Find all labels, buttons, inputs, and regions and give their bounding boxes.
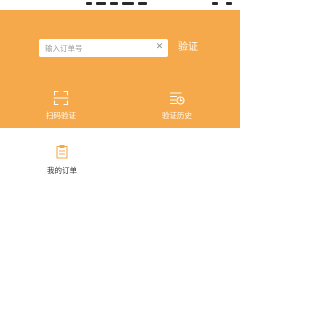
order-number-input[interactable] [45,40,149,56]
history-icon [169,92,185,105]
clear-icon[interactable]: ✕ [154,42,165,53]
scan-verify-button[interactable]: 扫码验证 [31,90,91,126]
my-orders-label: 我的订单 [47,166,77,175]
scan-icon [53,90,69,106]
my-orders-button[interactable]: 我的订单 [38,144,86,178]
verify-button[interactable]: 验证 [178,40,204,56]
verify-history-button[interactable]: 验证历史 [147,90,207,126]
search-box: ✕ [39,39,168,57]
status-bar-title-fragment [84,0,154,5]
order-icon [56,144,68,159]
status-bar [0,0,240,10]
header: ✕ 验证 扫码验证 验证历史 [0,10,240,128]
verify-history-label: 验证历史 [162,111,192,120]
status-bar-icons [212,0,234,5]
scan-verify-label: 扫码验证 [46,111,76,120]
